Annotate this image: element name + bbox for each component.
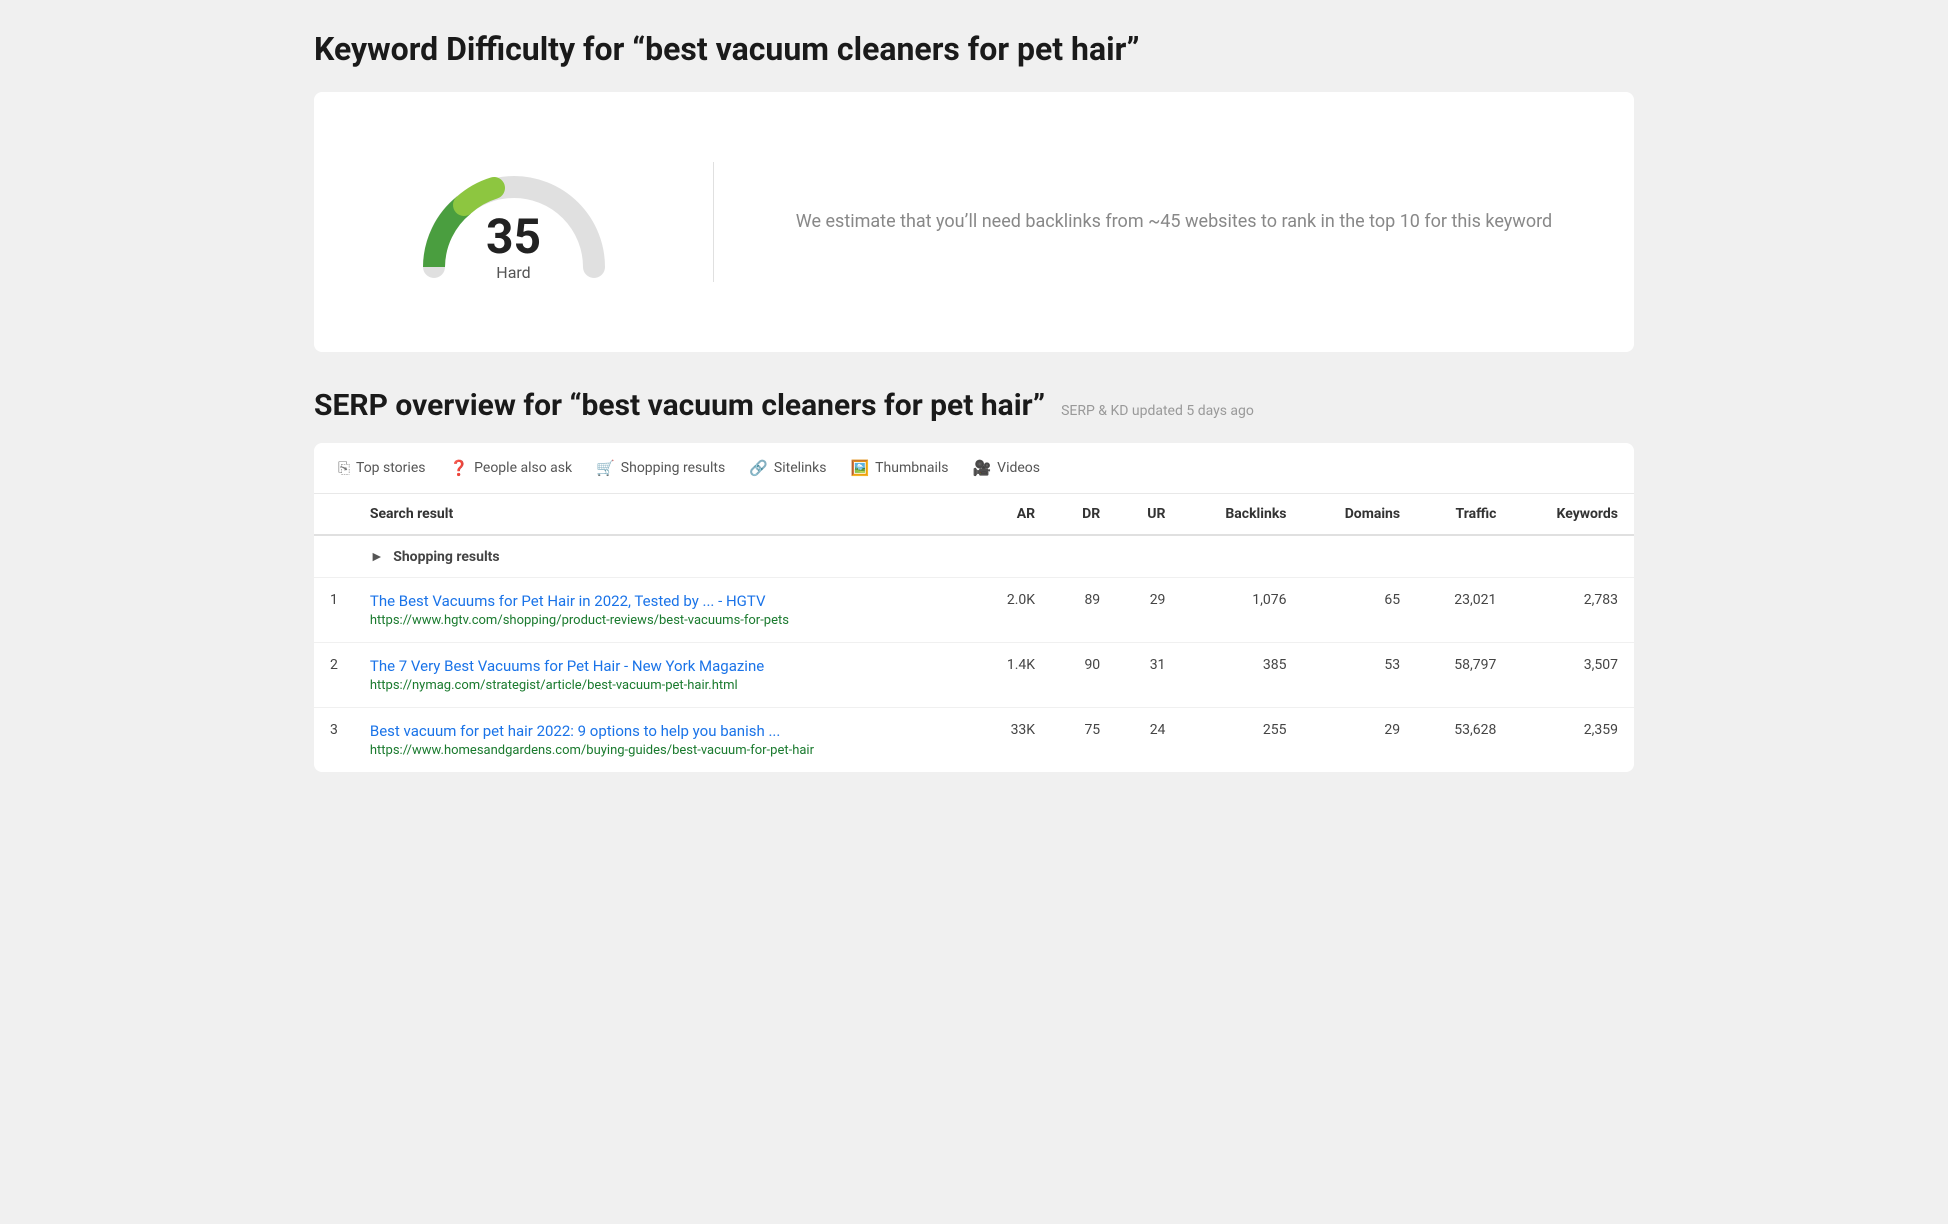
backlinks-2: 385 [1181,643,1302,708]
keywords-3: 2,359 [1512,708,1634,773]
domains-2: 53 [1303,643,1417,708]
badge-videos[interactable]: 🎥 Videos [972,459,1040,477]
badge-label-people-also-ask: People also ask [474,460,572,476]
traffic-1: 23,021 [1416,578,1512,643]
backlinks-3: 255 [1181,708,1302,773]
badge-label-videos: Videos [997,460,1040,476]
results-table: Search result AR DR UR Backlinks Domains… [314,494,1634,772]
result-cell-2: The 7 Very Best Vacuums for Pet Hair - N… [354,643,973,708]
kd-gauge-section: 35 Hard [374,162,714,282]
dr-3: 75 [1051,708,1116,773]
ur-3: 24 [1116,708,1181,773]
badge-people-also-ask[interactable]: ❓ People also ask [449,459,572,477]
result-link-1[interactable]: The Best Vacuums for Pet Hair in 2022, T… [370,592,957,610]
result-link-2[interactable]: The 7 Very Best Vacuums for Pet Hair - N… [370,657,957,675]
col-header-dr: DR [1051,494,1116,535]
shopping-row-text: Shopping results [393,549,499,565]
serp-updated: SERP & KD updated 5 days ago [1061,403,1254,419]
result-cell-1: The Best Vacuums for Pet Hair in 2022, T… [354,578,973,643]
gauge-container: 35 Hard [414,162,614,282]
table-row: 2 The 7 Very Best Vacuums for Pet Hair -… [314,643,1634,708]
traffic-2: 58,797 [1416,643,1512,708]
col-header-ur: UR [1116,494,1181,535]
kd-card: 35 Hard We estimate that you’ll need bac… [314,92,1634,352]
shopping-row-label: ► Shopping results [354,535,1634,578]
ur-2: 31 [1116,643,1181,708]
ur-1: 29 [1116,578,1181,643]
serp-header: SERP overview for “best vacuum cleaners … [314,388,1634,423]
col-header-backlinks: Backlinks [1181,494,1302,535]
col-header-domains: Domains [1303,494,1417,535]
badge-label-thumbnails: Thumbnails [875,460,948,476]
badge-label-sitelinks: Sitelinks [774,460,827,476]
ar-3: 33K [973,708,1051,773]
sitelinks-icon: 🔗 [749,459,768,477]
kd-description: We estimate that you’ll need backlinks f… [714,208,1574,237]
keywords-1: 2,783 [1512,578,1634,643]
col-header-keywords: Keywords [1512,494,1634,535]
table-row: 1 The Best Vacuums for Pet Hair in 2022,… [314,578,1634,643]
dr-1: 89 [1051,578,1116,643]
badge-top-stories[interactable]: ⎘ Top stories [338,459,425,477]
shopping-row-expand [314,535,354,578]
table-row: 3 Best vacuum for pet hair 2022: 9 optio… [314,708,1634,773]
domains-1: 65 [1303,578,1417,643]
col-header-ar: AR [973,494,1051,535]
badge-sitelinks[interactable]: 🔗 Sitelinks [749,459,826,477]
backlinks-1: 1,076 [1181,578,1302,643]
dr-2: 90 [1051,643,1116,708]
result-url-3: https://www.homesandgardens.com/buying-g… [370,743,814,758]
result-link-3[interactable]: Best vacuum for pet hair 2022: 9 options… [370,722,957,740]
badge-label-shopping-results: Shopping results [621,460,725,476]
serp-title: SERP overview for “best vacuum cleaners … [314,388,1045,423]
row-number-1: 1 [314,578,354,643]
kd-score: 35 [486,213,541,261]
shopping-results-row[interactable]: ► Shopping results [314,535,1634,578]
serp-card: ⎘ Top stories ❓ People also ask 🛒 Shoppi… [314,443,1634,772]
ar-1: 2.0K [973,578,1051,643]
top-stories-icon: ⎘ [338,459,350,477]
feature-badges: ⎘ Top stories ❓ People also ask 🛒 Shoppi… [314,443,1634,494]
videos-icon: 🎥 [972,459,991,477]
shopping-results-icon: 🛒 [596,459,615,477]
col-header-num [314,494,354,535]
domains-3: 29 [1303,708,1417,773]
result-cell-3: Best vacuum for pet hair 2022: 9 options… [354,708,973,773]
ar-2: 1.4K [973,643,1051,708]
gauge-center: 35 Hard [486,213,541,282]
expand-icon: ► [370,549,384,565]
badge-label-top-stories: Top stories [356,460,425,476]
col-header-search-result: Search result [354,494,973,535]
thumbnails-icon: 🖼️ [850,459,869,477]
keywords-2: 3,507 [1512,643,1634,708]
badge-thumbnails[interactable]: 🖼️ Thumbnails [850,459,948,477]
row-number-2: 2 [314,643,354,708]
row-number-3: 3 [314,708,354,773]
result-url-2: https://nymag.com/strategist/article/bes… [370,678,738,693]
col-header-traffic: Traffic [1416,494,1512,535]
kd-label: Hard [486,263,541,282]
people-also-ask-icon: ❓ [449,459,468,477]
result-url-1: https://www.hgtv.com/shopping/product-re… [370,613,789,628]
traffic-3: 53,628 [1416,708,1512,773]
badge-shopping-results[interactable]: 🛒 Shopping results [596,459,725,477]
page-title: Keyword Difficulty for “best vacuum clea… [314,30,1634,68]
